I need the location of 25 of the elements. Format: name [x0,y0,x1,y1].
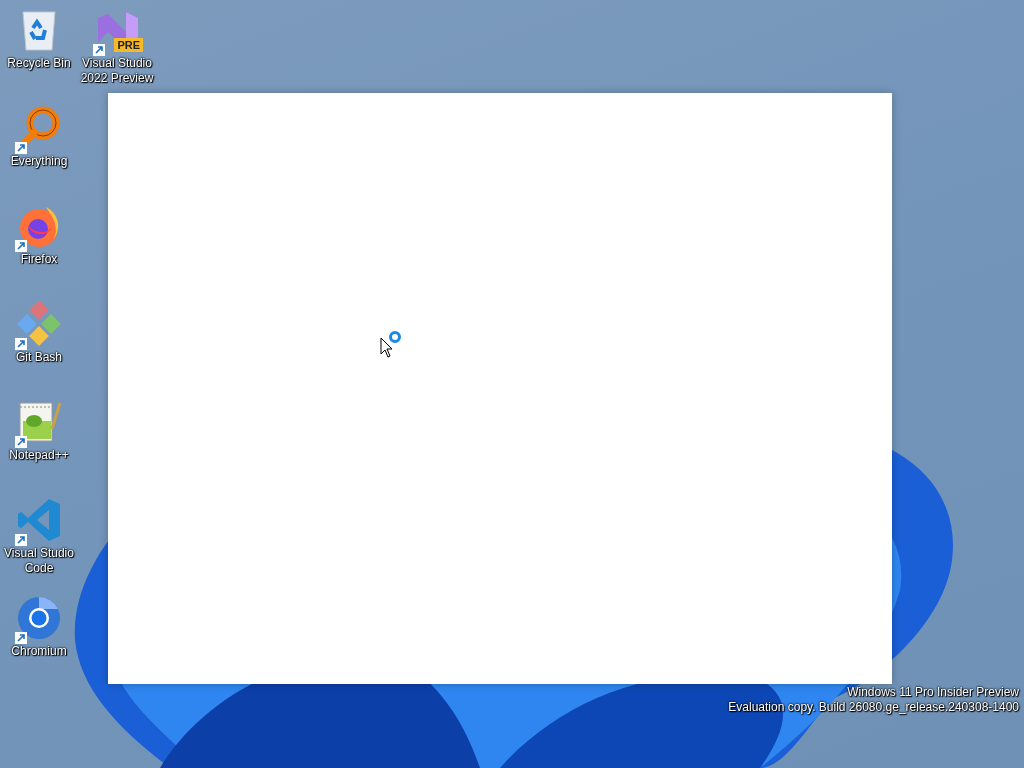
desktop-shortcut[interactable]: Notepad++ [0,396,78,484]
busy-cursor-icon [380,330,404,358]
icon-label: Everything [9,154,69,169]
desktop-shortcut[interactable]: Recycle Bin [0,4,78,92]
preview-badge: PRE [114,38,143,52]
desktop-shortcut[interactable]: Firefox [0,200,78,288]
desktop-shortcut[interactable]: Everything [0,102,78,190]
icon-label: Visual Studio Code [3,546,75,576]
icon-label: Firefox [19,252,59,267]
browser-ring-icon [16,595,62,641]
desktop-shortcut[interactable]: Visual Studio Code [0,494,78,582]
icon-label: Git Bash [15,350,63,365]
desktop-shortcut[interactable]: Git Bash [0,298,78,386]
icon-label: Notepad++ [8,448,70,463]
icon-label: Chromium [10,644,68,659]
blank-window[interactable] [108,93,892,684]
desktop-shortcut[interactable]: PRE Visual Studio 2022 Preview [78,4,156,92]
recycle-bin-icon [19,8,59,52]
desktop-shortcut[interactable]: Chromium [0,592,78,680]
system-notice-text: Evaluation copy. Build 26080.ge_release.240308-1400 [728,700,1019,715]
icon-label: Visual Studio 2022 Preview [79,56,155,86]
system-notice-text: Windows 11 Pro Insider Preview [847,685,1019,700]
code-editor-icon [16,497,62,543]
icon-label: Recycle Bin [6,56,72,71]
diamond-tiles-icon [16,301,62,347]
